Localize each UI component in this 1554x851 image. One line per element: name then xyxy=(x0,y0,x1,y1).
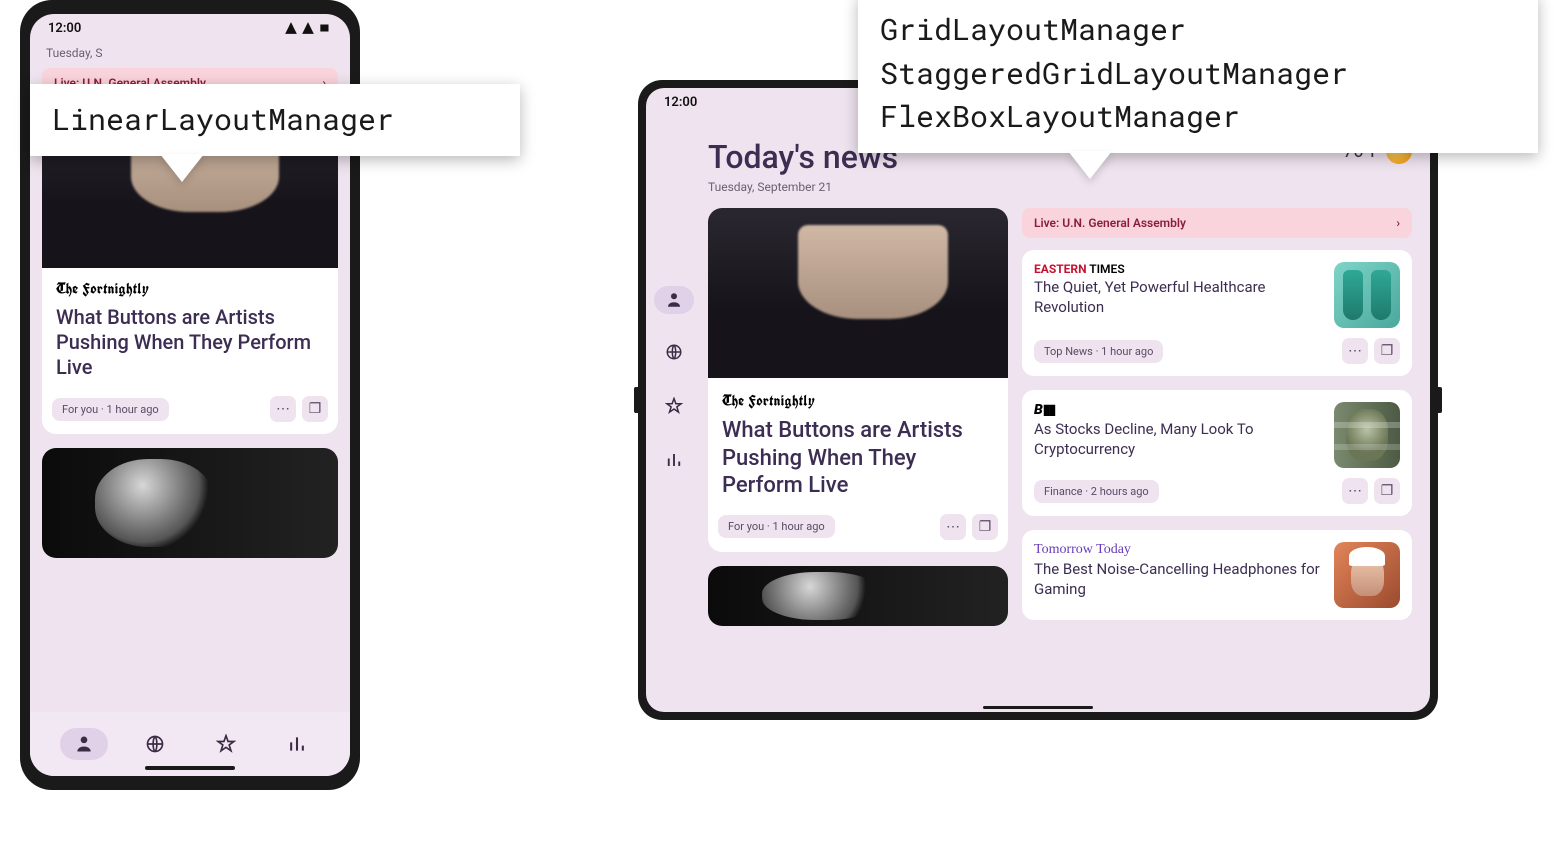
card-image-singer xyxy=(708,566,1008,626)
card-image-dj xyxy=(708,208,1008,378)
wifi-icon xyxy=(301,21,315,35)
brand-label: B▮▮ xyxy=(1034,402,1324,418)
signal-icon xyxy=(284,21,298,35)
live-banner[interactable]: Live: U.N. General Assembly › xyxy=(1022,208,1412,238)
nav-world[interactable] xyxy=(650,336,698,368)
headline: The Quiet, Yet Powerful Healthcare Revol… xyxy=(1034,278,1324,317)
nav-for-you[interactable] xyxy=(60,728,108,760)
more-icon[interactable]: ⋯ xyxy=(1342,478,1368,504)
hinge-notch-right xyxy=(1438,387,1442,413)
nav-starred[interactable] xyxy=(650,390,698,422)
star-icon xyxy=(216,734,236,754)
tooltip-line-1: GridLayoutManager xyxy=(880,8,1516,52)
collections-icon[interactable]: ❐ xyxy=(972,514,998,540)
category-chip[interactable]: Top News · 1 hour ago xyxy=(1034,340,1163,363)
tablet-device-frame: 12:00 Today's xyxy=(638,80,1438,720)
card-image-singer xyxy=(42,448,338,558)
brand-label: The Fortnightly xyxy=(56,280,324,299)
tablet-sidenav xyxy=(646,116,702,712)
brand-label: Tomorrow Today xyxy=(1034,542,1324,558)
nav-starred[interactable] xyxy=(202,728,250,760)
hinge-notch-left xyxy=(634,387,638,413)
home-indicator xyxy=(145,766,235,770)
battery-icon xyxy=(318,21,332,35)
list-card-3[interactable]: Tomorrow Today The Best Noise-Cancelling… xyxy=(1022,530,1412,620)
more-icon[interactable]: ⋯ xyxy=(1342,338,1368,364)
card-footer: For you · 1 hour ago ⋯ ❐ xyxy=(42,390,338,434)
tooltip-linear: LinearLayoutManager xyxy=(30,84,520,156)
thumbnail-hospital xyxy=(1334,262,1400,328)
headline: The Best Noise-Cancelling Headphones for… xyxy=(1034,560,1324,599)
nav-stats[interactable] xyxy=(273,728,321,760)
category-chip[interactable]: Finance · 2 hours ago xyxy=(1034,480,1159,503)
card-body: The Fortnightly What Buttons are Artists… xyxy=(42,268,338,390)
column-left: The Fortnightly What Buttons are Artists… xyxy=(708,208,1008,712)
star-icon xyxy=(665,397,683,415)
tooltip-line-3: FlexBoxLayoutManager xyxy=(880,95,1516,139)
collections-icon[interactable]: ❐ xyxy=(1374,478,1400,504)
status-icons xyxy=(284,21,332,35)
more-icon[interactable]: ⋯ xyxy=(940,514,966,540)
thumbnail-gamer xyxy=(1334,542,1400,608)
list-card-2[interactable]: B▮▮ As Stocks Decline, Many Look To Cryp… xyxy=(1022,390,1412,516)
phone-status-bar: 12:00 xyxy=(30,14,350,42)
tooltip-line-2: StaggeredGridLayoutManager xyxy=(880,52,1516,96)
status-time: 12:00 xyxy=(664,95,697,110)
category-chip[interactable]: For you · 1 hour ago xyxy=(718,515,835,538)
date-label: Tuesday, S xyxy=(42,42,338,68)
live-banner-label: Live: U.N. General Assembly xyxy=(1034,216,1186,230)
category-chip[interactable]: For you · 1 hour ago xyxy=(52,398,169,421)
nav-stats[interactable] xyxy=(650,444,698,476)
chevron-right-icon: › xyxy=(1396,216,1400,230)
brand-label: EASTERN TIMES xyxy=(1034,262,1324,276)
headline: What Buttons are Artists Pushing When Th… xyxy=(722,417,994,500)
content-columns: The Fortnightly What Buttons are Artists… xyxy=(708,208,1412,712)
list-card-1[interactable]: EASTERN TIMES The Quiet, Yet Powerful He… xyxy=(1022,250,1412,376)
featured-card-2[interactable] xyxy=(708,566,1008,626)
nav-world[interactable] xyxy=(131,728,179,760)
date-label: Tuesday, September 21 xyxy=(708,176,898,194)
nav-for-you[interactable] xyxy=(654,286,694,314)
more-icon[interactable]: ⋯ xyxy=(270,396,296,422)
tablet-screen: 12:00 Today's xyxy=(646,88,1430,712)
collections-icon[interactable]: ❐ xyxy=(302,396,328,422)
tablet-main: Today's news Tuesday, September 21 76°F xyxy=(702,116,1430,712)
bars-icon xyxy=(287,734,307,754)
featured-card[interactable]: The Fortnightly What Buttons are Artists… xyxy=(708,208,1008,552)
collections-icon[interactable]: ❐ xyxy=(1374,338,1400,364)
gesture-bar xyxy=(983,706,1093,709)
person-icon xyxy=(665,291,683,309)
tooltip-grid: GridLayoutManager StaggeredGridLayoutMan… xyxy=(858,0,1538,153)
news-card-2[interactable] xyxy=(42,448,338,558)
tooltip-text: LinearLayoutManager xyxy=(52,100,394,139)
headline: As Stocks Decline, Many Look To Cryptocu… xyxy=(1034,420,1324,459)
brand-label: The Fortnightly xyxy=(722,392,994,411)
column-right: Live: U.N. General Assembly › EASTERN TI… xyxy=(1022,208,1412,712)
bars-icon xyxy=(665,451,683,469)
globe-icon xyxy=(665,343,683,361)
headline: What Buttons are Artists Pushing When Th… xyxy=(56,305,324,380)
status-time: 12:00 xyxy=(48,21,81,36)
thumbnail-money xyxy=(1334,402,1400,468)
tablet-body: Today's news Tuesday, September 21 76°F xyxy=(646,116,1430,712)
globe-icon xyxy=(145,734,165,754)
person-icon xyxy=(74,734,94,754)
